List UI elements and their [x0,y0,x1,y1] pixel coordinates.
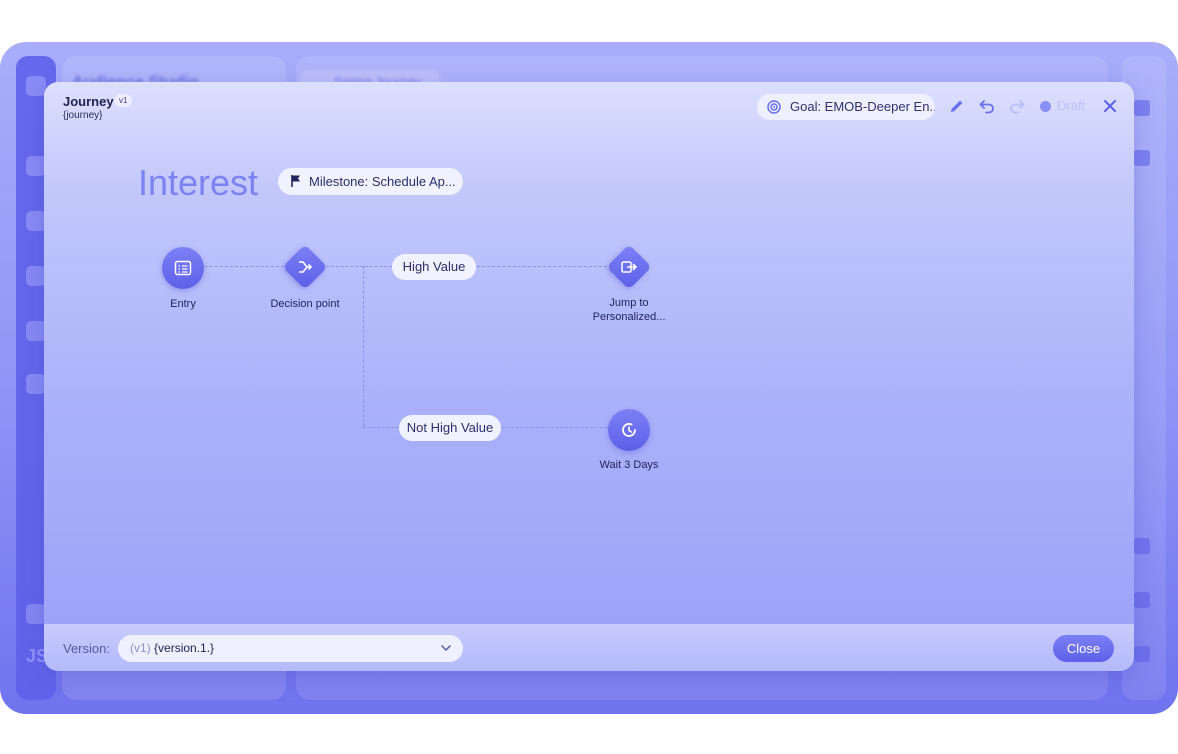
version-select[interactable]: (v1) {version.1.} [118,635,463,662]
wait-label: Wait 3 Days [599,459,659,471]
database-icon [26,211,46,231]
pencil-icon[interactable] [948,97,966,115]
jump-label: Jump to Personalized... [579,296,679,324]
chevron-down-icon [441,645,451,652]
version-prefix: (v1) [130,641,151,655]
journey-modal: Journey v1 {journey} Goal: EMOB-Deeper E… [44,82,1134,671]
milestone-pill[interactable]: Milestone: Schedule Ap... [278,168,463,195]
exit-arrow-icon [621,261,637,273]
entry-label: Entry [170,298,196,310]
flag-icon [291,175,300,187]
version-badge: v1 [114,94,133,107]
filter-icon [1134,150,1150,166]
connector-high-jump [477,266,607,267]
status-dot [1040,101,1051,112]
storage-icon [26,321,46,341]
journey-subtitle: {journey} [63,110,103,121]
redo-icon[interactable] [1008,97,1026,115]
connector-vertical [363,266,364,427]
modal-header: Journey v1 {journey} Goal: EMOB-Deeper E… [44,82,1134,132]
close-button[interactable]: Close [1053,635,1114,662]
home-icon [26,156,46,176]
goal-label: Goal: EMOB-Deeper En.. [790,99,935,114]
list-icon [174,260,192,276]
wait-node[interactable] [608,409,650,451]
tag-icon [1134,100,1150,116]
logo-icon [26,76,46,96]
undo-icon[interactable] [978,97,996,115]
help-icon [1134,646,1150,662]
journey-title: Journey [63,94,114,109]
connector-not-high-wait [496,427,608,428]
audience-icon [26,266,46,286]
target-icon [767,100,781,114]
gear-icon [26,604,46,624]
status-label: Draft [1057,98,1086,113]
connector-decision-branch [326,266,392,267]
entry-node[interactable] [162,247,204,289]
split-icon [299,261,313,273]
branch-not-high-value[interactable]: Not High Value [399,415,501,441]
lock-icon [1134,592,1150,608]
branch-high-value[interactable]: High Value [392,254,476,280]
connector-to-not-high [363,427,399,428]
goal-pill[interactable]: Goal: EMOB-Deeper En.. [757,94,935,120]
brush-icon [1134,538,1150,554]
stage-title: Interest [138,162,259,203]
decision-label: Decision point [270,298,340,310]
modal-footer: Version: (v1) {version.1.} Close [44,624,1134,671]
version-value: {version.1.} [154,641,215,655]
clock-icon [622,423,636,437]
version-label: Version: [63,641,110,656]
milestone-label: Milestone: Schedule Ap... [309,174,456,189]
close-icon[interactable] [1102,98,1118,114]
jump-label-line2: Personalized... [592,311,666,323]
analytics-icon [26,374,46,394]
jump-label-line1: Jump to [609,297,649,309]
